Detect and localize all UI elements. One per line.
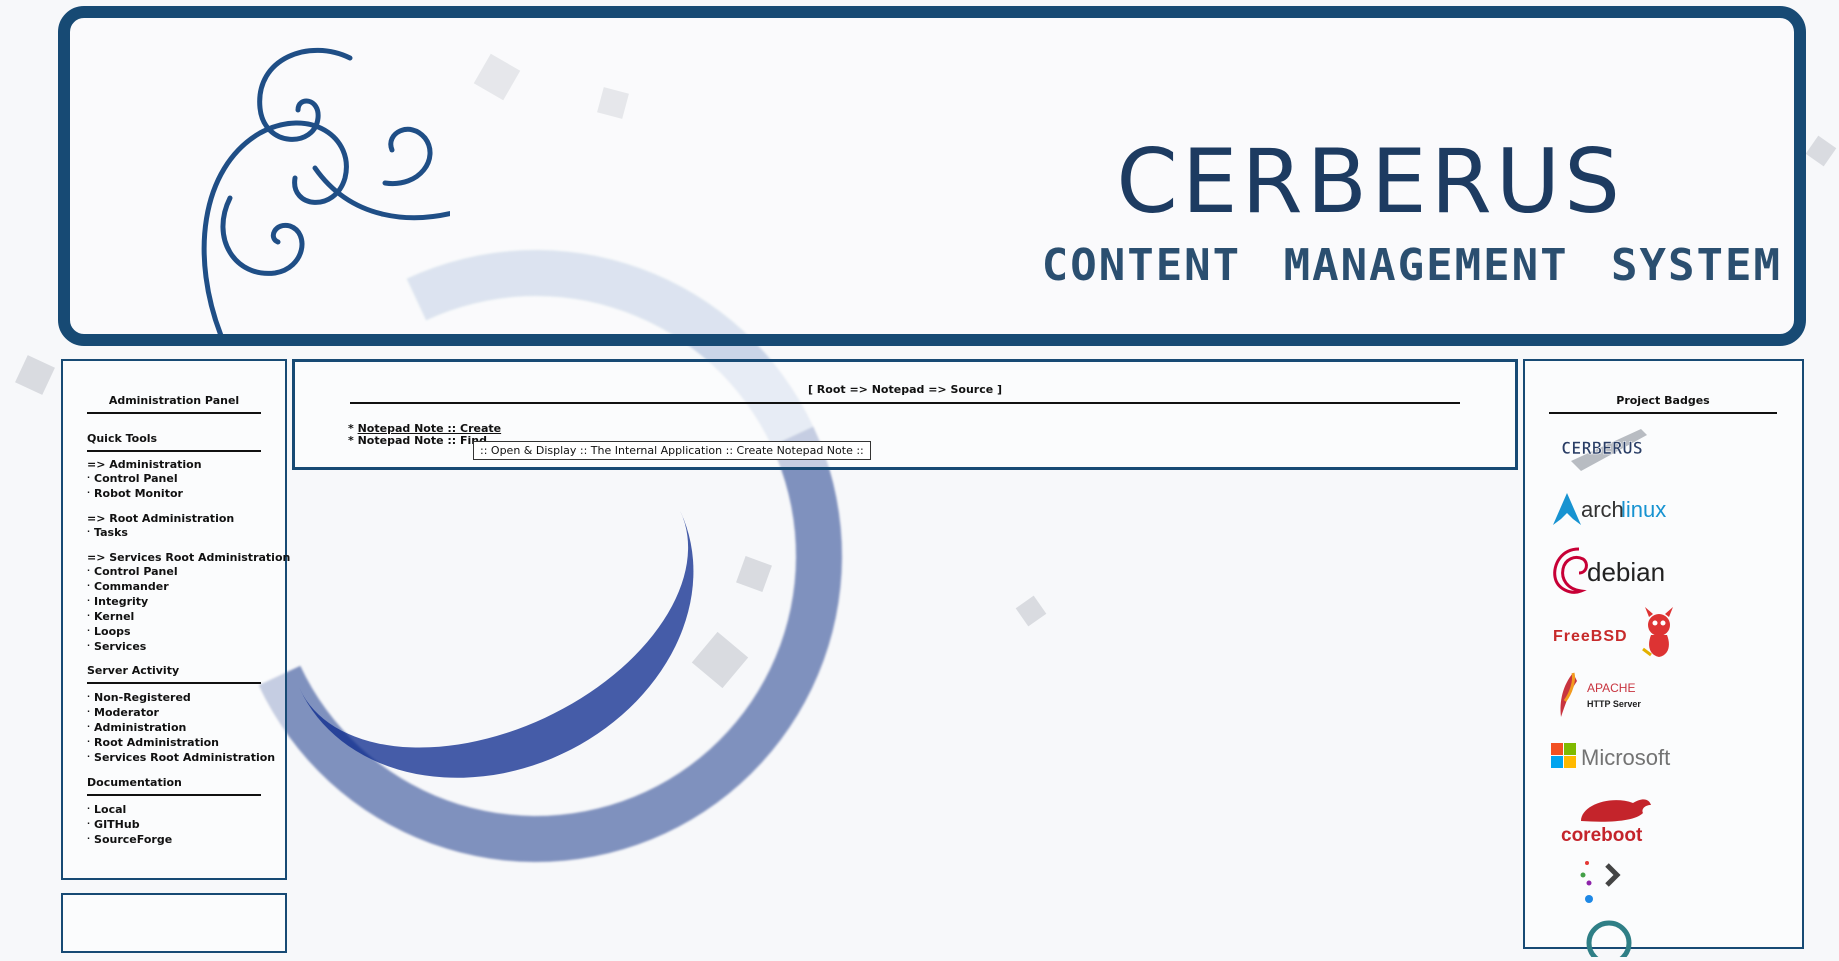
menu-item-services[interactable]: · Services	[87, 640, 146, 653]
notepad-find-link[interactable]: Notepad Note :: Find	[358, 434, 487, 447]
administration-panel: Administration Panel Quick Tools => Admi…	[61, 359, 290, 880]
menu-item-robot-monitor[interactable]: · Robot Monitor	[87, 487, 183, 500]
admin-group-title[interactable]: => Administration	[87, 458, 202, 471]
banner-title: CERBERUS	[1116, 130, 1624, 233]
menu-item-commander[interactable]: · Commander	[87, 580, 169, 593]
svg-text:Microsoft: Microsoft	[1581, 745, 1670, 770]
freebsd-logo-icon: FreeBSD	[1553, 607, 1673, 657]
breadcrumb: [ Root => Notepad => Source ]	[350, 383, 1460, 404]
apache-badge[interactable]: APACHE HTTP Server	[1551, 671, 1671, 723]
menu-item-tasks[interactable]: · Tasks	[87, 526, 128, 539]
svg-text:HTTP Server: HTTP Server	[1587, 699, 1641, 709]
circle-logo-icon	[1586, 920, 1632, 961]
dots-chevron-badge[interactable]	[1551, 857, 1681, 911]
menu-item-kernel[interactable]: · Kernel	[87, 610, 134, 623]
panel-heading: Project Badges	[1549, 394, 1777, 414]
menu-item-local[interactable]: · Local	[87, 803, 126, 816]
svg-text:FreeBSD: FreeBSD	[1553, 628, 1628, 645]
archlinux-badge[interactable]: arch linux	[1551, 489, 1671, 533]
debian-logo-icon: debian	[1553, 547, 1665, 594]
debian-badge[interactable]: debian	[1551, 543, 1681, 601]
menu-item-github[interactable]: · GITHub	[87, 818, 140, 831]
microsoft-badge[interactable]: Microsoft	[1551, 737, 1681, 777]
svg-text:coreboot: coreboot	[1561, 825, 1643, 846]
svg-text:debian: debian	[1587, 557, 1665, 587]
menu-item-control-panel[interactable]: · Control Panel	[87, 472, 178, 485]
panel-heading: Administration Panel	[87, 394, 261, 414]
secondary-left-panel	[61, 893, 287, 953]
coreboot-badge[interactable]: coreboot	[1551, 791, 1681, 851]
menu-item-sourceforge[interactable]: · SourceForge	[87, 833, 172, 846]
triskelion-logo-icon	[201, 47, 450, 334]
banner-subtitle: CONTENT MANAGEMENT SYSTEM	[1041, 240, 1782, 291]
cerberus-logo-icon: CERBERUS	[1561, 429, 1647, 471]
menu-item-services-control-panel[interactable]: · Control Panel	[87, 565, 178, 578]
project-badges-panel: Project Badges CERBERUS arch linux debia…	[1523, 359, 1804, 961]
archlinux-logo-icon: arch linux	[1553, 493, 1666, 525]
notepad-find-link-row: * Notepad Note :: Find	[348, 434, 488, 447]
menu-item-loops[interactable]: · Loops	[87, 625, 131, 638]
root-admin-group-title[interactable]: => Root Administration	[87, 512, 234, 525]
svg-text:arch: arch	[1581, 497, 1624, 522]
menu-item-moderator[interactable]: · Moderator	[87, 706, 159, 719]
circle-badge[interactable]	[1551, 917, 1681, 961]
coreboot-rabbit-logo-icon: coreboot	[1561, 799, 1651, 846]
dots-chevron-logo-icon	[1580, 861, 1621, 903]
menu-item-root-administration[interactable]: · Root Administration	[87, 736, 219, 749]
microsoft-logo-icon: Microsoft	[1551, 743, 1670, 770]
menu-item-services-root-administration[interactable]: · Services Root Administration	[87, 751, 275, 764]
services-root-admin-group-title[interactable]: => Services Root Administration	[87, 551, 290, 564]
quick-tools-heading: Quick Tools	[87, 432, 261, 452]
freebsd-badge[interactable]: FreeBSD	[1551, 605, 1681, 665]
menu-item-administration[interactable]: · Administration	[87, 721, 186, 734]
cerberus-badge[interactable]: CERBERUS	[1551, 421, 1661, 479]
svg-text:linux: linux	[1621, 497, 1666, 522]
menu-item-non-registered[interactable]: · Non-Registered	[87, 691, 191, 704]
server-activity-heading: Server Activity	[87, 664, 261, 684]
documentation-heading: Documentation	[87, 776, 261, 796]
menu-item-integrity[interactable]: · Integrity	[87, 595, 148, 608]
apache-feather-logo-icon: APACHE HTTP Server	[1560, 672, 1641, 717]
svg-text:APACHE: APACHE	[1587, 681, 1635, 695]
svg-text:CERBERUS: CERBERUS	[1561, 439, 1643, 459]
link-tooltip: :: Open & Display :: The Internal Applic…	[473, 441, 871, 460]
site-banner: CERBERUS CONTENT MANAGEMENT SYSTEM	[58, 6, 1806, 346]
content-panel: [ Root => Notepad => Source ] * Notepad …	[292, 359, 1518, 470]
